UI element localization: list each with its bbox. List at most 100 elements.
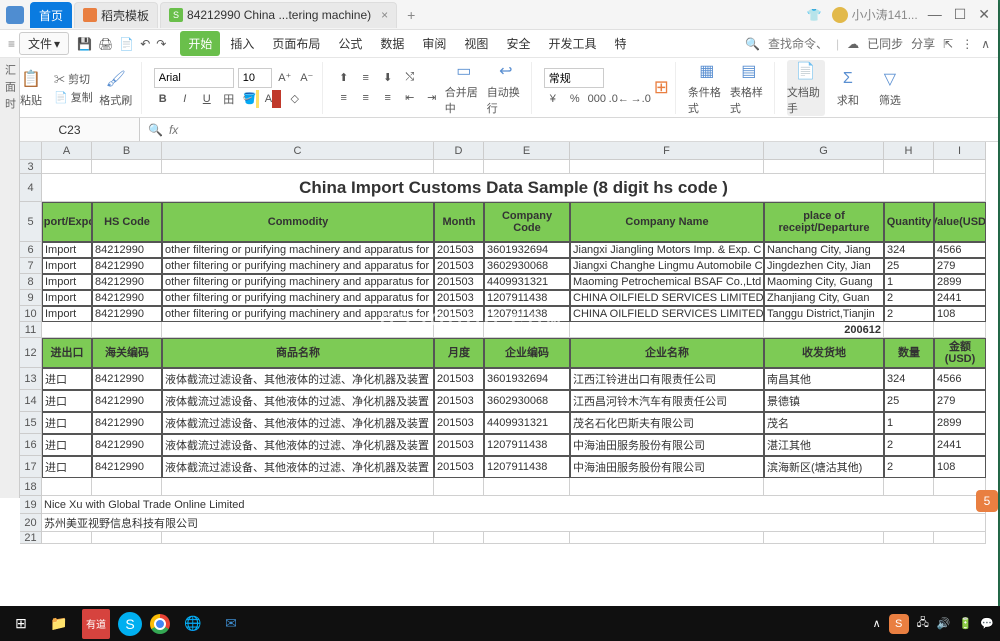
indent-inc-icon[interactable]: ⇥ bbox=[423, 89, 441, 107]
tab-document[interactable]: S84212990 China ...tering machine)× bbox=[160, 2, 397, 28]
cell[interactable] bbox=[92, 322, 162, 338]
table-cell[interactable]: 3602930068 bbox=[484, 258, 570, 274]
table-cell[interactable]: 2 bbox=[884, 290, 934, 306]
cell[interactable] bbox=[42, 160, 92, 174]
table-cell[interactable]: 2899 bbox=[934, 412, 986, 434]
row-header[interactable]: 15 bbox=[20, 412, 42, 434]
explorer-icon[interactable]: 📁 bbox=[44, 609, 74, 639]
redo-icon[interactable]: ↷ bbox=[156, 37, 166, 51]
tab-new[interactable]: + bbox=[399, 2, 423, 28]
cell[interactable] bbox=[570, 532, 764, 544]
cell[interactable] bbox=[570, 322, 764, 338]
cell[interactable] bbox=[92, 478, 162, 496]
table-header[interactable]: Company Name bbox=[570, 202, 764, 242]
table-cell[interactable]: 324 bbox=[884, 368, 934, 390]
table-cell[interactable]: 2899 bbox=[934, 274, 986, 290]
table-header[interactable]: 进出口 bbox=[42, 338, 92, 368]
percent-icon[interactable]: % bbox=[566, 90, 584, 108]
cell[interactable] bbox=[162, 322, 434, 338]
table-cell[interactable]: 201503 bbox=[434, 242, 484, 258]
align-bottom-icon[interactable]: ⬇ bbox=[379, 69, 397, 87]
wrap-button[interactable]: ↩自动换行 bbox=[487, 60, 525, 116]
table-header[interactable]: 金额(USD) bbox=[934, 338, 986, 368]
table-header[interactable]: 月度 bbox=[434, 338, 484, 368]
table-header[interactable]: Import/Export bbox=[42, 202, 92, 242]
ribbon-tab[interactable]: 开始 bbox=[180, 31, 220, 56]
collapse-tray-icon[interactable]: ∧ bbox=[873, 617, 881, 630]
sound-icon[interactable]: 🔊 bbox=[937, 617, 951, 630]
table-cell[interactable]: 201503 bbox=[434, 434, 484, 456]
comma-icon[interactable]: 000 bbox=[588, 90, 606, 108]
cell[interactable] bbox=[884, 322, 934, 338]
table-cell[interactable]: 茂名 bbox=[764, 412, 884, 434]
sync-icon[interactable]: ☁ bbox=[847, 37, 859, 51]
table-cell[interactable]: 进口 bbox=[42, 390, 92, 412]
table-cell[interactable]: 84212990 bbox=[92, 258, 162, 274]
select-all[interactable] bbox=[20, 142, 42, 160]
network-icon[interactable]: 🖧 bbox=[917, 614, 929, 633]
table-cell[interactable]: 4409931321 bbox=[484, 412, 570, 434]
start-button[interactable]: ⊞ bbox=[6, 609, 36, 639]
column-header[interactable]: G bbox=[764, 142, 884, 160]
table-cell[interactable]: 1207911438 bbox=[484, 434, 570, 456]
table-cell[interactable]: 中海油田服务股份有限公司 bbox=[570, 434, 764, 456]
row-header[interactable]: 17 bbox=[20, 456, 42, 478]
table-header[interactable]: Commodity bbox=[162, 202, 434, 242]
sheet-title[interactable]: China Import Customs Data Sample (8 digi… bbox=[42, 174, 986, 202]
table-header[interactable]: Value(USD) bbox=[934, 202, 986, 242]
footer-text[interactable]: 苏州美亚视野信息科技有限公司 bbox=[42, 514, 986, 532]
table-cell[interactable]: 84212990 bbox=[92, 412, 162, 434]
sum-button[interactable]: Σ求和 bbox=[829, 68, 867, 108]
table-cell[interactable]: Maoming City, Guang bbox=[764, 274, 884, 290]
table-cell[interactable]: Import bbox=[42, 242, 92, 258]
currency-icon[interactable]: ¥ bbox=[544, 90, 562, 108]
row-header[interactable]: 5 bbox=[20, 202, 42, 242]
table-cell[interactable]: 中海油田服务股份有限公司 bbox=[570, 456, 764, 478]
copy-button[interactable]: 📄 复制 bbox=[54, 89, 93, 105]
table-cell[interactable]: 84212990 bbox=[92, 290, 162, 306]
print-preview-icon[interactable]: 🖨 bbox=[98, 37, 113, 51]
table-cell[interactable]: 4409931321 bbox=[484, 274, 570, 290]
table-cell[interactable]: 4566 bbox=[934, 242, 986, 258]
table-cell[interactable]: Jingdezhen City, Jian bbox=[764, 258, 884, 274]
side-item[interactable]: 时 bbox=[2, 98, 18, 109]
shrink-font-icon[interactable]: A⁻ bbox=[298, 69, 316, 87]
export-icon[interactable]: ⇱ bbox=[943, 37, 953, 51]
table-header[interactable]: 企业名称 bbox=[570, 338, 764, 368]
table-cell[interactable]: 25 bbox=[884, 390, 934, 412]
row-header[interactable]: 8 bbox=[20, 274, 42, 290]
sheet-area[interactable]: ABCDEFGHI34China Import Customs Data Sam… bbox=[20, 142, 998, 582]
row-header[interactable]: 13 bbox=[20, 368, 42, 390]
table-cell[interactable]: 84212990 bbox=[92, 456, 162, 478]
dec-dec-icon[interactable]: →.0 bbox=[632, 90, 650, 108]
cell[interactable] bbox=[434, 160, 484, 174]
close-icon[interactable]: × bbox=[381, 8, 388, 22]
search-input[interactable] bbox=[768, 37, 828, 51]
table-cell[interactable]: 324 bbox=[884, 242, 934, 258]
table-header[interactable]: 收发货地 bbox=[764, 338, 884, 368]
table-cell[interactable]: 201503 bbox=[434, 368, 484, 390]
table-cell[interactable]: other filtering or purifying machinery a… bbox=[162, 258, 434, 274]
fontsize-select[interactable] bbox=[238, 68, 272, 88]
cell[interactable] bbox=[484, 160, 570, 174]
ribbon-tab[interactable]: 插入 bbox=[222, 31, 262, 56]
number-format-select[interactable] bbox=[544, 68, 604, 88]
cell[interactable] bbox=[934, 532, 986, 544]
table-cell[interactable]: 滨海新区(塘沽其他) bbox=[764, 456, 884, 478]
orientation-icon[interactable]: ⤭ bbox=[401, 69, 419, 87]
cell[interactable] bbox=[434, 478, 484, 496]
share-button[interactable]: 分享 bbox=[911, 35, 935, 52]
undo-icon[interactable]: ↶ bbox=[140, 37, 150, 51]
table-cell[interactable]: 279 bbox=[934, 258, 986, 274]
cell[interactable] bbox=[884, 478, 934, 496]
table-cell[interactable]: Import bbox=[42, 290, 92, 306]
ribbon-tab[interactable]: 数据 bbox=[372, 31, 412, 56]
table-cell[interactable]: 2441 bbox=[934, 434, 986, 456]
side-item[interactable]: 汇 bbox=[2, 64, 18, 75]
ribbon-tab[interactable]: 视图 bbox=[456, 31, 496, 56]
minimize-icon[interactable]: — bbox=[928, 6, 942, 23]
align-top-icon[interactable]: ⬆ bbox=[335, 69, 353, 87]
table-header[interactable]: Quantity bbox=[884, 202, 934, 242]
save-icon[interactable]: 💾 bbox=[77, 37, 92, 51]
footer-text[interactable]: Nice Xu with Global Trade Online Limited bbox=[42, 496, 986, 514]
